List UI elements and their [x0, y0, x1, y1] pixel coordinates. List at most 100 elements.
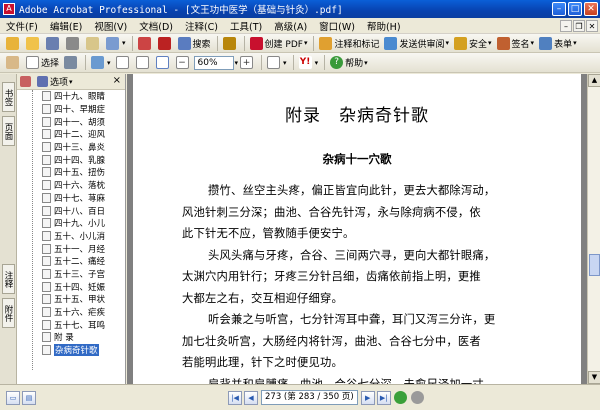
previous-page-button[interactable]: ◀	[244, 390, 258, 405]
menu-help[interactable]: 帮助(H)	[361, 19, 407, 33]
previous-view-button[interactable]	[393, 391, 407, 404]
menu-document[interactable]: 文档(D)	[133, 19, 179, 33]
maximize-button[interactable]: □	[568, 2, 582, 16]
doc-close-button[interactable]: ✕	[586, 20, 598, 32]
minimize-button[interactable]: –	[552, 2, 566, 16]
menu-window[interactable]: 窗口(W)	[313, 19, 361, 33]
menu-comments[interactable]: 注释(C)	[179, 19, 224, 33]
menu-edit[interactable]: 编辑(E)	[44, 19, 88, 33]
fit-page-button[interactable]	[134, 55, 153, 71]
zoom-in-button[interactable]: +	[238, 55, 257, 71]
forms-label: 表单	[554, 39, 573, 50]
bookmark-item[interactable]: 五十二、痛经	[17, 255, 125, 268]
organizer-button[interactable]	[136, 35, 155, 51]
navigation-toolbar: 选择 ▾ − 60% ▾ + ▾ Y! ▾ ? 帮助 ▾	[0, 53, 600, 73]
email-button[interactable]	[84, 35, 103, 51]
yahoo-icon: Y!	[298, 56, 312, 69]
window-controls: – □ ✕	[552, 2, 598, 16]
next-view-button[interactable]	[410, 391, 424, 404]
delete-bookmark-icon[interactable]	[20, 76, 31, 87]
bookmark-item[interactable]: 附 录	[17, 331, 125, 344]
zoom-level-field[interactable]: 60%	[193, 55, 234, 70]
bookmark-item[interactable]: 四十、早期症	[17, 103, 125, 116]
bookmark-item[interactable]: 四十三、鼻炎	[17, 141, 125, 154]
bookmark-item[interactable]: 五十、小儿消	[17, 230, 125, 243]
hand-tool-button[interactable]	[4, 55, 23, 71]
bookmark-item[interactable]: 四十一、胡须	[17, 115, 125, 128]
menu-advanced[interactable]: 高级(A)	[268, 19, 313, 33]
send-review-icon	[384, 36, 398, 50]
tab-comments[interactable]: 注释	[2, 264, 15, 294]
doc-minimize-button[interactable]: –	[560, 20, 572, 32]
rotate-icon	[267, 56, 281, 69]
camera-button[interactable]	[221, 35, 240, 51]
tab-attachments[interactable]: 附件	[2, 298, 15, 328]
search-button[interactable]: 搜索	[176, 35, 213, 51]
vertical-scrollbar[interactable]: ▲ ▼	[587, 74, 600, 384]
document-viewport[interactable]: 附录 杂病奇针歌 杂病十一穴歌 攒竹、丝空主头疼，偏正皆宜向此针，更去大都除泻动…	[127, 74, 587, 384]
bookmark-item[interactable]: 五十五、甲状	[17, 293, 125, 306]
doc-restore-button[interactable]: ❐	[573, 20, 585, 32]
close-panel-icon[interactable]: ×	[113, 75, 121, 86]
bookmark-item[interactable]: 四十八、百日	[17, 204, 125, 217]
zoom-out-button[interactable]: −	[174, 55, 193, 71]
scroll-up-arrow-icon[interactable]: ▲	[588, 74, 600, 87]
sign-button[interactable]: 签名 ▾	[495, 35, 537, 51]
bookmark-item[interactable]: 四十五、扭伤	[17, 166, 125, 179]
scroll-down-arrow-icon[interactable]: ▼	[588, 371, 600, 384]
bookmark-item[interactable]: 四十九、眼睛	[17, 90, 125, 103]
bookmark-item[interactable]: 四十七、荨麻	[17, 192, 125, 205]
zoom-tool-button[interactable]: ▾	[89, 55, 113, 71]
secure-button[interactable]: 安全 ▾	[452, 35, 494, 51]
menu-view[interactable]: 视图(V)	[88, 19, 133, 33]
bookmark-item[interactable]: 四十六、落枕	[17, 179, 125, 192]
text-line: 太渊穴内用针行；牙疼三分针吕细，齿痛依前指上明，更推	[182, 270, 481, 283]
help-button[interactable]: ? 帮助 ▾	[328, 55, 370, 71]
tab-pages[interactable]: 页面	[2, 116, 15, 146]
actual-size-button[interactable]	[114, 55, 133, 71]
next-page-button[interactable]: ▶	[360, 390, 375, 405]
last-page-button[interactable]: ▶|	[376, 390, 391, 405]
first-page-button[interactable]: |◀	[228, 390, 242, 405]
forms-icon	[539, 36, 553, 50]
scrollbar-thumb[interactable]	[589, 254, 600, 276]
rotate-view-button[interactable]: ▾	[265, 55, 289, 71]
close-button[interactable]: ✕	[584, 2, 598, 16]
print-button[interactable]	[64, 35, 83, 51]
new-bookmark-icon[interactable]	[37, 76, 48, 87]
send-review-button[interactable]: 发送供审阅 ▾	[382, 35, 451, 51]
comment-markup-button[interactable]: 注释和标记	[317, 35, 381, 51]
stamp-button[interactable]	[156, 35, 175, 51]
bookmark-page-icon	[42, 256, 51, 267]
stamp-icon	[157, 36, 171, 50]
page-layout-icon[interactable]: ▭	[6, 390, 20, 405]
bookmark-item[interactable]: 五十六、疟疾	[17, 306, 125, 319]
page-number-field[interactable]: 273 (第 283 / 350 页)	[261, 390, 358, 405]
save-button[interactable]	[44, 35, 63, 51]
create-pdf-button[interactable]: 创建 PDF ▾	[248, 35, 310, 51]
yahoo-button[interactable]: Y! ▾	[297, 55, 321, 71]
options-menu[interactable]: 选项	[50, 75, 68, 88]
select-tool-button[interactable]: 选择	[24, 55, 61, 71]
menu-file[interactable]: 文件(F)	[0, 19, 44, 33]
forms-button[interactable]: 表单 ▾	[537, 35, 579, 51]
text-line: 大都左之右，交互相迎仔细穿。	[182, 291, 343, 305]
bookmark-item[interactable]: 四十四、乳腺	[17, 153, 125, 166]
tab-bookmarks[interactable]: 书签	[2, 82, 15, 112]
chevron-down-icon: ▾	[530, 39, 535, 47]
continuous-layout-icon[interactable]: ▤	[22, 390, 36, 405]
toolbar-separator	[313, 35, 315, 51]
bookmark-item[interactable]: 五十四、妊娠	[17, 280, 125, 293]
bookmark-item[interactable]: 五十三、子宫	[17, 268, 125, 281]
bookmark-item[interactable]: 五十一、月经	[17, 242, 125, 255]
bookmark-item[interactable]: 四十二、迎风	[17, 128, 125, 141]
attach-button[interactable]: ▾	[104, 35, 128, 51]
open-button[interactable]	[24, 35, 43, 51]
create-button[interactable]	[4, 35, 23, 51]
snapshot-button[interactable]	[62, 55, 81, 71]
menu-tools[interactable]: 工具(T)	[224, 19, 268, 33]
fit-width-button[interactable]	[154, 55, 173, 71]
bookmark-item[interactable]: 杂病奇针歌	[17, 344, 125, 357]
bookmark-item[interactable]: 四十九、小儿	[17, 217, 125, 230]
bookmark-item[interactable]: 五十七、耳鸣	[17, 318, 125, 331]
